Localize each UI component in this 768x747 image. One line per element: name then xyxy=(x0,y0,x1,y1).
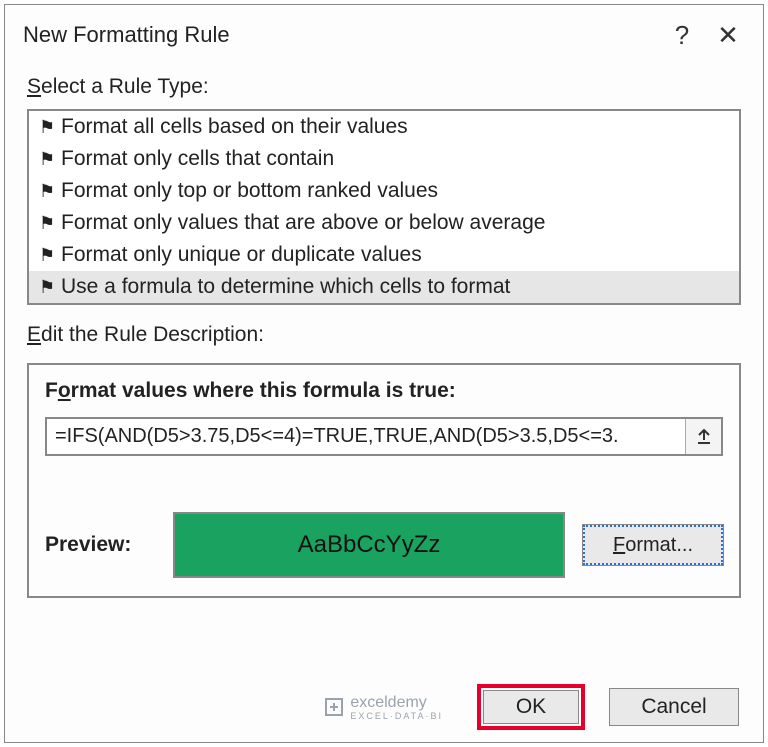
rule-item-unique-duplicate[interactable]: ⚑Format only unique or duplicate values xyxy=(29,239,739,271)
ok-highlight: OK xyxy=(477,684,585,730)
ok-button[interactable]: OK xyxy=(483,690,579,724)
dialog-title: New Formatting Rule xyxy=(23,22,659,48)
formula-field-label: Format values where this formula is true… xyxy=(45,379,723,403)
rule-item-above-below-avg[interactable]: ⚑Format only values that are above or be… xyxy=(29,207,739,239)
flag-icon: ⚑ xyxy=(39,181,61,202)
new-formatting-rule-dialog: New Formatting Rule ? ✕ Select a Rule Ty… xyxy=(4,4,764,743)
format-button[interactable]: Format... xyxy=(583,525,723,565)
rule-type-list[interactable]: ⚑Format all cells based on their values … xyxy=(27,109,741,305)
rule-item-use-formula[interactable]: ⚑Use a formula to determine which cells … xyxy=(29,271,739,303)
preview-sample-box: AaBbCcYyZz xyxy=(173,512,565,578)
flag-icon: ⚑ xyxy=(39,277,61,298)
collapse-dialog-icon[interactable] xyxy=(685,419,721,454)
flag-icon: ⚑ xyxy=(39,117,61,138)
select-rule-type-label: Select a Rule Type: xyxy=(5,57,763,105)
close-button[interactable]: ✕ xyxy=(705,15,751,55)
edit-rule-description-panel: Format values where this formula is true… xyxy=(27,363,741,598)
flag-icon: ⚑ xyxy=(39,245,61,266)
dialog-button-row: OK Cancel xyxy=(5,670,763,742)
preview-row: Preview: AaBbCcYyZz Format... xyxy=(45,512,723,578)
formula-input[interactable] xyxy=(47,419,685,454)
rule-item-top-bottom[interactable]: ⚑Format only top or bottom ranked values xyxy=(29,175,739,207)
rule-item-all-cells[interactable]: ⚑Format all cells based on their values xyxy=(29,111,739,143)
preview-label: Preview: xyxy=(45,533,155,557)
titlebar: New Formatting Rule ? ✕ xyxy=(5,5,763,57)
cancel-button[interactable]: Cancel xyxy=(609,688,739,726)
help-button[interactable]: ? xyxy=(659,15,705,55)
rule-item-cells-contain[interactable]: ⚑Format only cells that contain xyxy=(29,143,739,175)
edit-rule-description-label: Edit the Rule Description: xyxy=(5,305,763,353)
flag-icon: ⚑ xyxy=(39,149,61,170)
flag-icon: ⚑ xyxy=(39,213,61,234)
preview-sample-text: AaBbCcYyZz xyxy=(298,531,441,559)
formula-input-row xyxy=(45,417,723,456)
